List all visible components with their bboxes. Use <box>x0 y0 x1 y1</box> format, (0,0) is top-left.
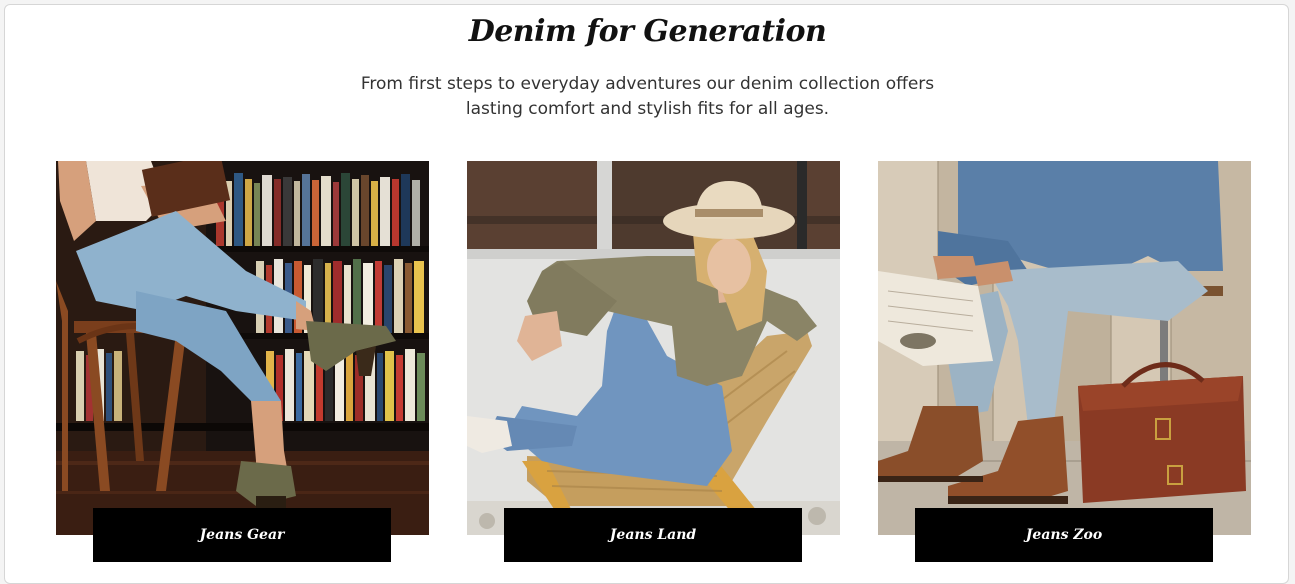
subtitle-line-2: lasting comfort and stylish fits for all… <box>465 99 830 119</box>
jeans-zoo-label[interactable]: Jeans Zoo <box>915 508 1213 562</box>
subtitle-line-1: From first steps to everyday adventures … <box>360 74 935 94</box>
section-subtitle: From first steps to everyday adventures … <box>0 72 1295 122</box>
category-card-jeans-land[interactable] <box>467 161 840 535</box>
jeans-gear-photo <box>56 161 429 535</box>
section-title: Denim for Generation <box>468 14 827 49</box>
jeans-zoo-photo <box>878 161 1251 535</box>
category-card-jeans-gear[interactable] <box>56 161 429 535</box>
jeans-gear-label[interactable]: Jeans Gear <box>93 508 391 562</box>
jeans-land-photo <box>467 161 840 535</box>
jeans-land-label[interactable]: Jeans Land <box>504 508 802 562</box>
category-card-jeans-zoo[interactable] <box>878 161 1251 535</box>
